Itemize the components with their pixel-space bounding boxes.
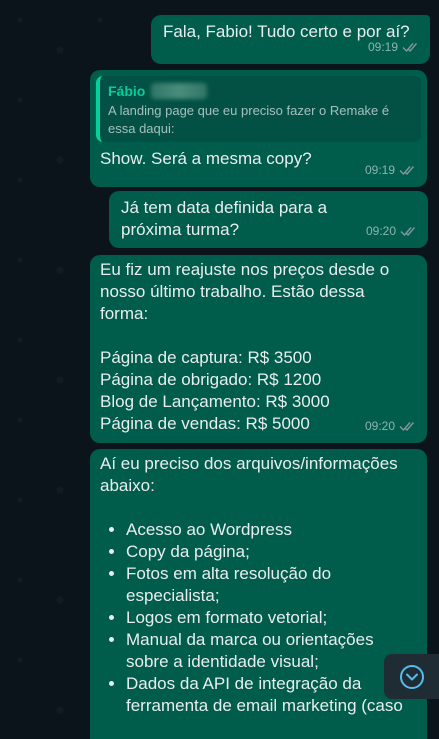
message-intro: Aí eu preciso dos arquivos/informações a…: [100, 454, 403, 495]
message-bubble[interactable]: Já tem data definida para a próxima turm…: [109, 191, 428, 248]
double-check-icon: [399, 166, 415, 176]
price-line: Página de obrigado: R$ 1200: [100, 370, 322, 389]
message-meta: 09:19: [368, 36, 420, 58]
list-item: Copy da página;: [126, 541, 417, 563]
quoted-author-name: Fábio: [108, 83, 146, 99]
requirements-list: Acesso ao Wordpress Copy da página; Foto…: [100, 519, 417, 717]
list-item: Manual da marca ou orientações sobre a i…: [126, 629, 417, 673]
list-item: Dados da API de integração da ferramenta…: [126, 673, 417, 717]
list-item: Acesso ao Wordpress: [126, 519, 417, 541]
scroll-to-bottom-button[interactable]: [384, 654, 439, 699]
message-time: 09:20: [364, 419, 395, 433]
message-bubble-reply[interactable]: Fábio A landing page que eu preciso faze…: [90, 70, 427, 187]
double-check-icon: [402, 43, 418, 53]
chevron-down-icon: [399, 664, 424, 689]
message-bubble[interactable]: Fala, Fabio! Tudo certo e por aí? 09:19: [151, 15, 430, 64]
price-line: Página de captura: R$ 3500: [100, 348, 312, 367]
list-item: Logos em formato vetorial;: [126, 607, 417, 629]
blurred-surname: [151, 83, 208, 99]
message-meta: 09:20: [365, 415, 417, 437]
message-time: 09:20: [365, 224, 396, 238]
quoted-text: A landing page que eu preciso fazer o Re…: [108, 103, 390, 136]
message-meta: 09:19: [365, 159, 417, 181]
double-check-icon: [400, 227, 416, 237]
price-line: Blog de Lançamento: R$ 3000: [100, 392, 330, 411]
message-intro: Eu fiz um reajuste nos preços desde o no…: [100, 260, 394, 323]
message-bubble[interactable]: Aí eu preciso dos arquivos/informações a…: [90, 449, 427, 739]
message-time: 09:19: [364, 163, 395, 177]
message-bubble[interactable]: Eu fiz um reajuste nos preços desde o no…: [90, 255, 427, 443]
message-meta: 09:20: [366, 220, 418, 242]
message-time: 09:19: [367, 40, 398, 54]
quoted-message[interactable]: Fábio A landing page que eu preciso faze…: [96, 76, 421, 142]
double-check-icon: [399, 422, 415, 432]
quoted-author: Fábio: [108, 82, 413, 100]
message-text: Já tem data definida para a próxima turm…: [121, 198, 332, 239]
list-item: Fotos em alta resolução do especialista;: [126, 563, 417, 607]
